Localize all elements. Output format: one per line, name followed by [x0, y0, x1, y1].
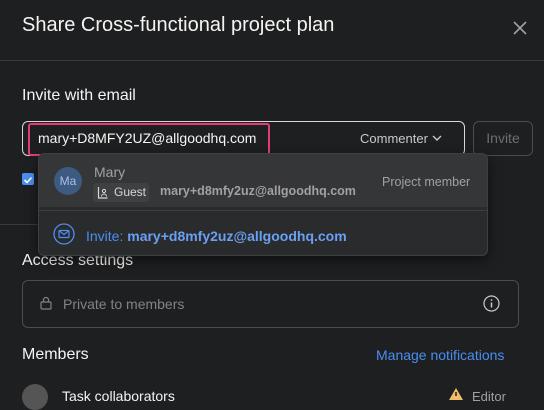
invite-button[interactable]: Invite: [473, 121, 533, 156]
guest-badge-label: Guest: [114, 185, 147, 199]
section-divider: [0, 224, 38, 225]
members-label: Members: [22, 346, 89, 363]
avatar: Ma: [54, 167, 82, 195]
suggestion-name: Mary: [94, 164, 126, 180]
info-icon[interactable]: [483, 295, 500, 312]
access-value: Private to members: [63, 296, 185, 312]
role-dropdown[interactable]: Commenter: [360, 131, 428, 146]
chevron-down-icon[interactable]: [432, 134, 442, 142]
lock-icon: [40, 296, 52, 310]
dialog-title: Share Cross-functional project plan: [22, 14, 335, 36]
close-icon[interactable]: [507, 15, 533, 41]
member-name: Task collaborators: [62, 388, 175, 404]
collaborators-icon: [22, 384, 48, 410]
header-divider: [0, 60, 544, 61]
member-role[interactable]: Editor: [472, 389, 506, 404]
invite-option-email: mary+d8mfy2uz@allgoodhq.com: [127, 228, 347, 244]
suggestion-email: mary+d8mfy2uz@allgoodhq.com: [160, 184, 356, 198]
notify-checkbox[interactable]: [22, 173, 34, 185]
mail-icon: [53, 223, 75, 245]
invite-option-prefix: Invite:: [86, 228, 124, 244]
email-input-value[interactable]: mary+D8MFY2UZ@allgoodhq.com: [38, 130, 256, 146]
suggestion-role: Project member: [382, 175, 471, 189]
check-icon: [23, 176, 33, 184]
invite-label: Invite with email: [22, 87, 136, 104]
dropdown-divider: [39, 210, 487, 211]
guest-icon: [97, 187, 108, 199]
invite-email-option[interactable]: Invite: mary+d8mfy2uz@allgoodhq.com: [86, 228, 347, 244]
manage-notifications-link[interactable]: Manage notifications: [376, 347, 504, 363]
